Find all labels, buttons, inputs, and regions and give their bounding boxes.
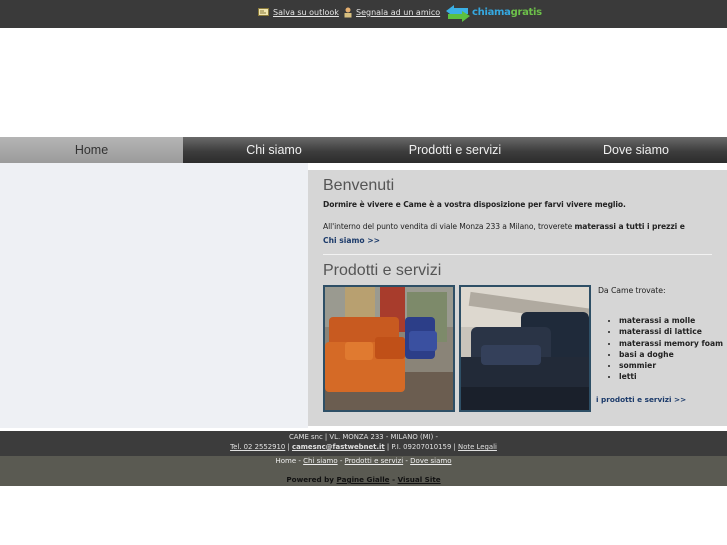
footer-info: CAME snc | VL. MONZA 233 - MILANO (MI) -…	[0, 431, 727, 456]
products-list: materassi a molle materassi di lattice m…	[607, 315, 727, 383]
footer-chi-link[interactable]: Chi siamo	[303, 457, 337, 465]
footer-legal-link[interactable]: Note Legali	[458, 443, 497, 451]
footer-email-link[interactable]: camesnc@fastwebnet.it	[292, 443, 385, 451]
product-photo-sofa	[323, 285, 455, 412]
list-item: letti	[619, 371, 727, 382]
friend-icon	[343, 7, 353, 21]
footer-home-link[interactable]: Home	[275, 457, 296, 465]
list-item: materassi memory foam	[619, 338, 727, 349]
chi-siamo-more-link[interactable]: Chi siamo >>	[323, 236, 380, 245]
logo-word-1: chiama	[472, 7, 511, 18]
chiama-gratis-logo[interactable]: chiamagratis	[444, 3, 544, 24]
left-sidebar	[0, 163, 308, 428]
nav-chi-siamo[interactable]: Chi siamo	[183, 137, 365, 163]
nav-dove-siamo[interactable]: Dove siamo	[545, 137, 727, 163]
product-photo-recliner	[459, 285, 591, 412]
list-item: basi a doghe	[619, 349, 727, 360]
list-item: sommier	[619, 360, 727, 371]
nav-home[interactable]: Home	[0, 137, 183, 163]
footer-dove-link[interactable]: Dove siamo	[410, 457, 451, 465]
products-title: Prodotti e servizi	[323, 262, 442, 279]
welcome-body-bold: materassi a tutti i prezzi e	[574, 222, 685, 231]
footer-company: CAME snc | VL. MONZA 233 - MILANO (MI) -	[288, 433, 439, 441]
list-item: materassi a molle	[619, 315, 727, 326]
footer-vat: P.I. 09207010159	[391, 443, 452, 451]
list-item: materassi di lattice	[619, 326, 727, 337]
footer-prodotti-link[interactable]: Prodotti e servizi	[345, 457, 404, 465]
phone-arrows-icon	[446, 5, 470, 22]
footer-contacts: Tel. 02 2552910 | camesnc@fastwebnet.it …	[230, 443, 497, 451]
footer-phone-link[interactable]: Tel. 02 2552910	[230, 443, 285, 451]
footer-links: Home - Chi siamo - Prodotti e servizi - …	[275, 457, 452, 465]
pagine-gialle-link[interactable]: Pagine Gialle	[337, 475, 390, 484]
welcome-body-text: All'interno del punto vendita di viale M…	[323, 222, 573, 231]
main-navigation: Home Chi siamo Prodotti e servizi Dove s…	[0, 137, 727, 163]
section-divider	[323, 254, 712, 255]
tell-friend-link[interactable]: Segnala ad un amico	[356, 8, 440, 17]
products-more-link[interactable]: i prodotti e servizi >>	[596, 395, 686, 404]
trovate-label: Da Came trovate:	[598, 286, 666, 295]
powered-label: Powered by	[286, 475, 334, 484]
top-bar: Salva su outlook Segnala ad un amico chi…	[0, 0, 727, 28]
welcome-title: Benvenuti	[323, 177, 395, 194]
powered-by: Powered by Pagine Gialle - Visual Site	[286, 475, 441, 484]
logo-word-2: gratis	[510, 7, 543, 18]
visual-site-link[interactable]: Visual Site	[398, 475, 441, 484]
save-outlook-link[interactable]: Salva su outlook	[273, 8, 339, 17]
nav-prodotti-servizi[interactable]: Prodotti e servizi	[365, 137, 545, 163]
welcome-intro: Dormire è vivere e Came è a vostra dispo…	[323, 200, 626, 209]
outlook-icon	[258, 7, 269, 19]
welcome-body: All'interno del punto vendita di viale M…	[323, 222, 685, 231]
